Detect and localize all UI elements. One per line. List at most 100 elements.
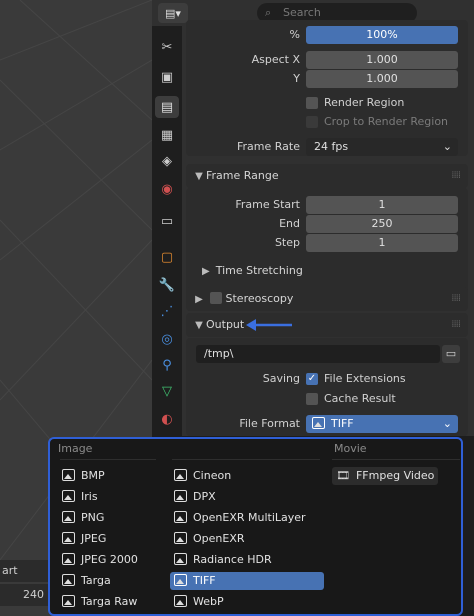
data-icon[interactable]: ▽	[155, 380, 179, 402]
format-option-jpeg[interactable]: JPEG	[58, 530, 162, 548]
format-option-radiance-hdr[interactable]: Radiance HDR	[170, 551, 324, 569]
format-option-tiff[interactable]: TIFF	[170, 572, 324, 590]
render-region-checkbox[interactable]	[306, 97, 318, 109]
format-option-jpeg2000[interactable]: JPEG 2000	[58, 551, 162, 569]
properties-editor: % 100% Aspect X 1.000 Y 1.000 Render Reg…	[182, 20, 474, 436]
object-icon[interactable]: ▢	[155, 246, 179, 268]
aspect-x-field[interactable]: 1.000	[306, 51, 458, 69]
annotation-arrow-icon	[246, 319, 292, 331]
format-option-openexr-multilayer[interactable]: OpenEXR MultiLayer	[170, 509, 324, 527]
frame-end-label: End	[279, 217, 300, 230]
output-header[interactable]: ▼ Output ⁞⁞⁞⁞	[186, 313, 468, 337]
image-icon	[62, 469, 75, 481]
format-option-webp[interactable]: WebP	[170, 593, 324, 611]
properties-tab-bar: ✂ ▣ ▤ ▦ ◈ ◉ ▭ ▢ 🔧 ⋰ ◎ ⚲ ▽ ◐	[152, 26, 182, 436]
constraints-icon[interactable]: ⚲	[155, 354, 179, 376]
chevron-right-icon: ▶	[195, 294, 203, 305]
option-label: Radiance HDR	[193, 553, 272, 566]
timeline-frame-label: art	[0, 560, 52, 582]
output-title: Output	[206, 318, 245, 331]
saving-label: Saving	[262, 372, 300, 385]
format-option-dpx[interactable]: DPX	[170, 488, 324, 506]
tool-icon[interactable]: ✂	[155, 36, 179, 58]
option-label: Targa	[81, 574, 111, 587]
physics-icon[interactable]: ◎	[155, 328, 179, 350]
stereoscopy-header[interactable]: ▶ Stereoscopy ⁞⁞⁞⁞	[186, 287, 468, 311]
chevron-down-icon: ▼	[195, 320, 203, 331]
option-label: OpenEXR	[193, 532, 245, 545]
folder-icon[interactable]: ▭	[442, 345, 460, 363]
option-label: FFmpeg Video	[355, 469, 435, 482]
stereoscopy-title: Stereoscopy	[225, 292, 294, 305]
drag-grip-icon[interactable]: ⁞⁞⁞⁞	[451, 164, 461, 188]
editor-type-button[interactable]: ▤▾	[158, 3, 188, 23]
format-option-png[interactable]: PNG	[58, 509, 162, 527]
option-label: OpenEXR MultiLayer	[193, 511, 306, 524]
frame-rate-value: 24 fps	[314, 140, 349, 153]
view-layer-icon[interactable]: ▦	[155, 124, 179, 146]
option-label: DPX	[193, 490, 216, 503]
frame-rate-label: Frame Rate	[237, 140, 300, 153]
chevron-down-icon: ▼	[195, 171, 203, 182]
output-path-field[interactable]: /tmp\	[196, 345, 440, 363]
film-icon: 🎞	[336, 469, 350, 482]
stereoscopy-checkbox[interactable]	[209, 292, 222, 304]
file-extensions-label: File Extensions	[324, 372, 406, 385]
scene-icon[interactable]: ◈	[155, 150, 179, 172]
image-icon	[174, 532, 187, 544]
cache-result-label: Cache Result	[324, 392, 396, 405]
image-icon	[62, 511, 75, 523]
image-icon	[312, 417, 325, 429]
time-stretching-subpanel[interactable]: ▶ Time Stretching	[202, 264, 303, 277]
format-option-targa[interactable]: Targa	[58, 572, 162, 590]
collection-icon[interactable]: ▭	[155, 210, 179, 232]
option-label: Iris	[81, 490, 98, 503]
option-label: Cineon	[193, 469, 232, 482]
option-label: TIFF	[193, 574, 216, 587]
timeline-frame-value[interactable]: 240	[0, 584, 50, 606]
frame-range-title: Frame Range	[206, 169, 279, 182]
image-icon	[62, 553, 75, 565]
world-icon[interactable]: ◉	[155, 178, 179, 200]
option-label: JPEG	[81, 532, 107, 545]
image-icon	[174, 469, 187, 481]
image-icon	[174, 490, 187, 502]
file-format-dropdown[interactable]: TIFF ⌄	[306, 415, 458, 433]
format-option-ffmpeg-video[interactable]: 🎞 FFmpeg Video	[332, 467, 438, 485]
drag-grip-icon[interactable]: ⁞⁞⁞⁞	[451, 313, 461, 337]
material-icon[interactable]: ◐	[155, 408, 179, 430]
format-option-targa-raw[interactable]: Targa Raw	[58, 593, 162, 611]
option-label: PNG	[81, 511, 105, 524]
frame-range-header[interactable]: ▼ Frame Range ⁞⁞⁞⁞	[186, 164, 468, 188]
option-label: BMP	[81, 469, 105, 482]
output-icon[interactable]: ▤	[155, 96, 179, 118]
cache-result-checkbox[interactable]	[306, 393, 318, 405]
format-option-cineon[interactable]: Cineon	[170, 467, 324, 485]
modifier-icon[interactable]: 🔧	[155, 274, 179, 296]
file-extensions-checkbox[interactable]: ✓	[306, 373, 318, 385]
file-format-menu: Image Movie BMP Iris PNG JPEG JPEG 2000 …	[48, 437, 463, 616]
output-panel: /tmp\ ▭ Saving ✓ File Extensions Cache R…	[186, 338, 468, 436]
particles-icon[interactable]: ⋰	[155, 300, 179, 322]
frame-rate-dropdown[interactable]: 24 fps ⌄	[306, 138, 458, 156]
format-option-bmp[interactable]: BMP	[58, 467, 162, 485]
resolution-percent-field[interactable]: 100%	[306, 26, 458, 44]
format-option-iris[interactable]: Iris	[58, 488, 162, 506]
image-icon	[62, 595, 75, 607]
render-icon[interactable]: ▣	[155, 66, 179, 88]
file-format-label: File Format	[239, 417, 300, 430]
drag-grip-icon[interactable]: ⁞⁞⁞⁞	[451, 287, 461, 311]
render-region-label: Render Region	[324, 96, 405, 109]
frame-step-field[interactable]: 1	[306, 234, 458, 252]
chevron-down-icon: ⌄	[442, 140, 452, 153]
frame-start-label: Frame Start	[235, 198, 300, 211]
movie-column-title: Movie	[334, 442, 367, 455]
image-icon	[174, 511, 187, 523]
format-option-openexr[interactable]: OpenEXR	[170, 530, 324, 548]
option-label: Targa Raw	[81, 595, 138, 608]
aspect-y-field[interactable]: 1.000	[306, 70, 458, 88]
chevron-right-icon: ▶	[202, 266, 210, 277]
frame-start-field[interactable]: 1	[306, 196, 458, 214]
frame-end-field[interactable]: 250	[306, 215, 458, 233]
resolution-percent-label: %	[289, 28, 300, 41]
